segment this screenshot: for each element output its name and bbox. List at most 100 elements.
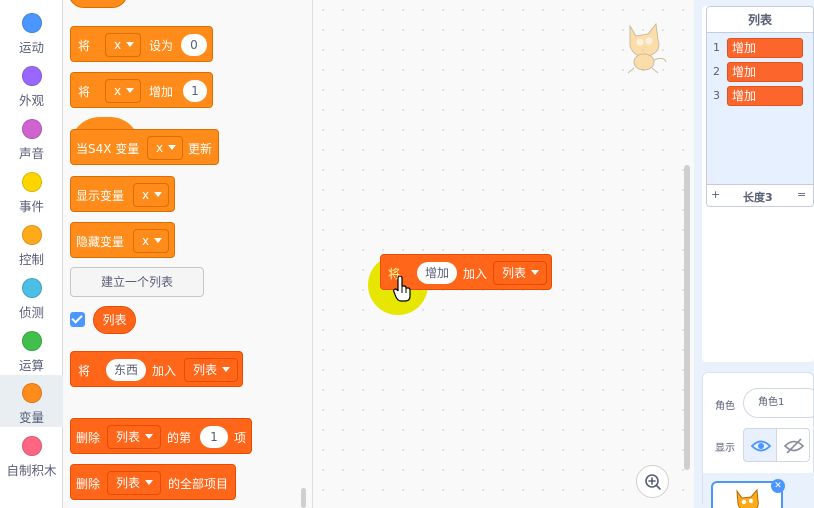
category-variables[interactable]: 变量 bbox=[0, 375, 63, 427]
block-text: 当S4X 变量 bbox=[76, 142, 140, 156]
category-label: 自制积木 bbox=[6, 463, 57, 478]
eye-icon bbox=[750, 440, 772, 452]
block-text: 显示变量 bbox=[76, 189, 125, 203]
category-sound[interactable]: 声音 bbox=[0, 111, 63, 163]
delete-item-block[interactable]: 删除 列表 的第 1 项 bbox=[70, 418, 252, 454]
chevron-down-icon bbox=[126, 88, 135, 93]
list-item-value[interactable]: 增加 bbox=[727, 62, 803, 82]
block-text: 项 bbox=[234, 431, 247, 445]
value-input[interactable]: 增加 bbox=[417, 262, 457, 284]
code-scrollbar[interactable] bbox=[684, 165, 690, 470]
list-monitor-title: 列表 bbox=[707, 7, 813, 33]
delete-sprite-icon[interactable]: ✕ bbox=[771, 479, 785, 493]
change-variable-block[interactable]: 将 x 增加 1 bbox=[70, 72, 213, 108]
variable-dropdown[interactable]: x bbox=[133, 229, 169, 253]
show-sprite-button[interactable] bbox=[743, 428, 777, 462]
zoom-in-button[interactable] bbox=[636, 465, 669, 498]
block-text: 加入 bbox=[463, 267, 488, 281]
show-variable-block[interactable]: 显示变量 x bbox=[70, 176, 175, 212]
list-reporter[interactable]: 列表 bbox=[93, 306, 136, 334]
category-myblocks[interactable]: 自制积木 bbox=[0, 428, 63, 480]
looks-dot-icon bbox=[22, 66, 42, 86]
sprite-info-pane: 角色 角色1 显示 ✕ bbox=[702, 372, 814, 508]
partial-block[interactable] bbox=[68, 0, 128, 8]
block-text: 删除 bbox=[76, 477, 101, 491]
chevron-down-icon bbox=[154, 192, 163, 197]
list-monitor-footer: + 长度3 = bbox=[707, 184, 813, 206]
block-text: 加入 bbox=[152, 364, 177, 378]
hand-cursor-icon bbox=[393, 276, 411, 302]
value-input[interactable]: 0 bbox=[181, 34, 207, 56]
hide-variable-block[interactable]: 隐藏变量 x bbox=[70, 222, 175, 258]
variable-dropdown[interactable]: x bbox=[147, 136, 183, 160]
category-label: 变量 bbox=[18, 410, 44, 425]
value-input[interactable]: 东西 bbox=[106, 359, 146, 381]
variable-dropdown[interactable]: x bbox=[133, 183, 169, 207]
category-label: 控制 bbox=[18, 252, 44, 267]
block-text: 更新 bbox=[188, 142, 213, 156]
sprite-name-input[interactable]: 角色1 bbox=[743, 388, 814, 418]
sensing-dot-icon bbox=[22, 278, 42, 298]
resize-handle[interactable]: = bbox=[797, 188, 806, 201]
chevron-down-icon bbox=[154, 238, 163, 243]
add-to-list-block[interactable]: 将 东西 加入 列表 bbox=[70, 351, 243, 387]
category-label: 声音 bbox=[18, 146, 44, 161]
eye-hidden-icon bbox=[783, 438, 805, 454]
list-item-index: 3 bbox=[713, 89, 720, 102]
chevron-down-icon bbox=[168, 145, 177, 150]
palette-scrollbar[interactable] bbox=[301, 488, 306, 508]
value-input[interactable]: 1 bbox=[183, 80, 207, 102]
list-item-index: 1 bbox=[713, 41, 720, 54]
sprite-thumbnail[interactable]: ✕ bbox=[711, 479, 785, 508]
list-dropdown[interactable]: 列表 bbox=[184, 358, 238, 382]
variables-dot-icon bbox=[22, 383, 42, 403]
category-label: 运算 bbox=[18, 358, 44, 373]
sprite-watermark-icon bbox=[627, 22, 667, 74]
delete-all-block[interactable]: 删除 列表 的全部项目 bbox=[70, 464, 236, 500]
list-dropdown[interactable]: 列表 bbox=[107, 471, 161, 495]
operators-dot-icon bbox=[22, 331, 42, 351]
category-motion[interactable]: 运动 bbox=[0, 5, 63, 57]
sound-dot-icon bbox=[22, 119, 42, 139]
code-area[interactable]: 将 增加 加入 列表 bbox=[313, 0, 694, 508]
block-palette: 将 x 设为 0 将 x 增加 1 当S4X 变量 x 更新 显示变量 x 隐藏… bbox=[63, 0, 313, 508]
list-checkbox[interactable] bbox=[70, 312, 85, 327]
list-item-value[interactable]: 增加 bbox=[727, 86, 803, 106]
set-variable-block[interactable]: 将 x 设为 0 bbox=[70, 26, 213, 62]
show-label: 显示 bbox=[715, 443, 735, 454]
block-text: 的全部项目 bbox=[168, 477, 229, 491]
chevron-down-icon bbox=[145, 434, 154, 439]
list-length: 长度3 bbox=[743, 191, 773, 204]
variable-dropdown[interactable]: x bbox=[105, 79, 141, 103]
list-monitor[interactable]: 列表 1 增加 2 增加 3 增加 + 长度3 = bbox=[706, 6, 814, 207]
hide-sprite-button[interactable] bbox=[776, 428, 810, 462]
myblocks-dot-icon bbox=[22, 436, 42, 456]
block-text: 删除 bbox=[76, 431, 101, 445]
index-input[interactable]: 1 bbox=[200, 426, 228, 448]
variable-dropdown[interactable]: x bbox=[105, 33, 141, 57]
category-operators[interactable]: 运算 bbox=[0, 323, 63, 375]
sprite-list: ✕ bbox=[703, 473, 814, 508]
category-sensing[interactable]: 侦测 bbox=[0, 270, 63, 322]
chevron-down-icon bbox=[126, 42, 135, 47]
list-item[interactable]: 3 增加 bbox=[707, 86, 813, 108]
sprite-label: 角色 bbox=[715, 401, 735, 412]
list-item-index: 2 bbox=[713, 65, 720, 78]
list-item-value[interactable]: 增加 bbox=[727, 38, 803, 58]
list-dropdown[interactable]: 列表 bbox=[107, 425, 161, 449]
list-item[interactable]: 2 增加 bbox=[707, 62, 813, 84]
category-label: 运动 bbox=[18, 40, 44, 55]
chevron-down-icon bbox=[531, 270, 540, 275]
when-variable-updated-block[interactable]: 当S4X 变量 x 更新 bbox=[70, 129, 219, 165]
category-events[interactable]: 事件 bbox=[0, 164, 63, 216]
make-list-button[interactable]: 建立一个列表 bbox=[70, 267, 204, 297]
add-item-button[interactable]: + bbox=[711, 188, 720, 201]
category-control[interactable]: 控制 bbox=[0, 217, 63, 269]
category-label: 事件 bbox=[18, 199, 44, 214]
list-item[interactable]: 1 增加 bbox=[707, 38, 813, 60]
category-looks[interactable]: 外观 bbox=[0, 58, 63, 110]
category-menu: 运动 外观 声音 事件 控制 侦测 运算 变量 自制积木 bbox=[0, 0, 63, 508]
cat-sprite-icon bbox=[736, 488, 759, 508]
events-dot-icon bbox=[22, 172, 42, 192]
list-dropdown[interactable]: 列表 bbox=[493, 261, 547, 285]
